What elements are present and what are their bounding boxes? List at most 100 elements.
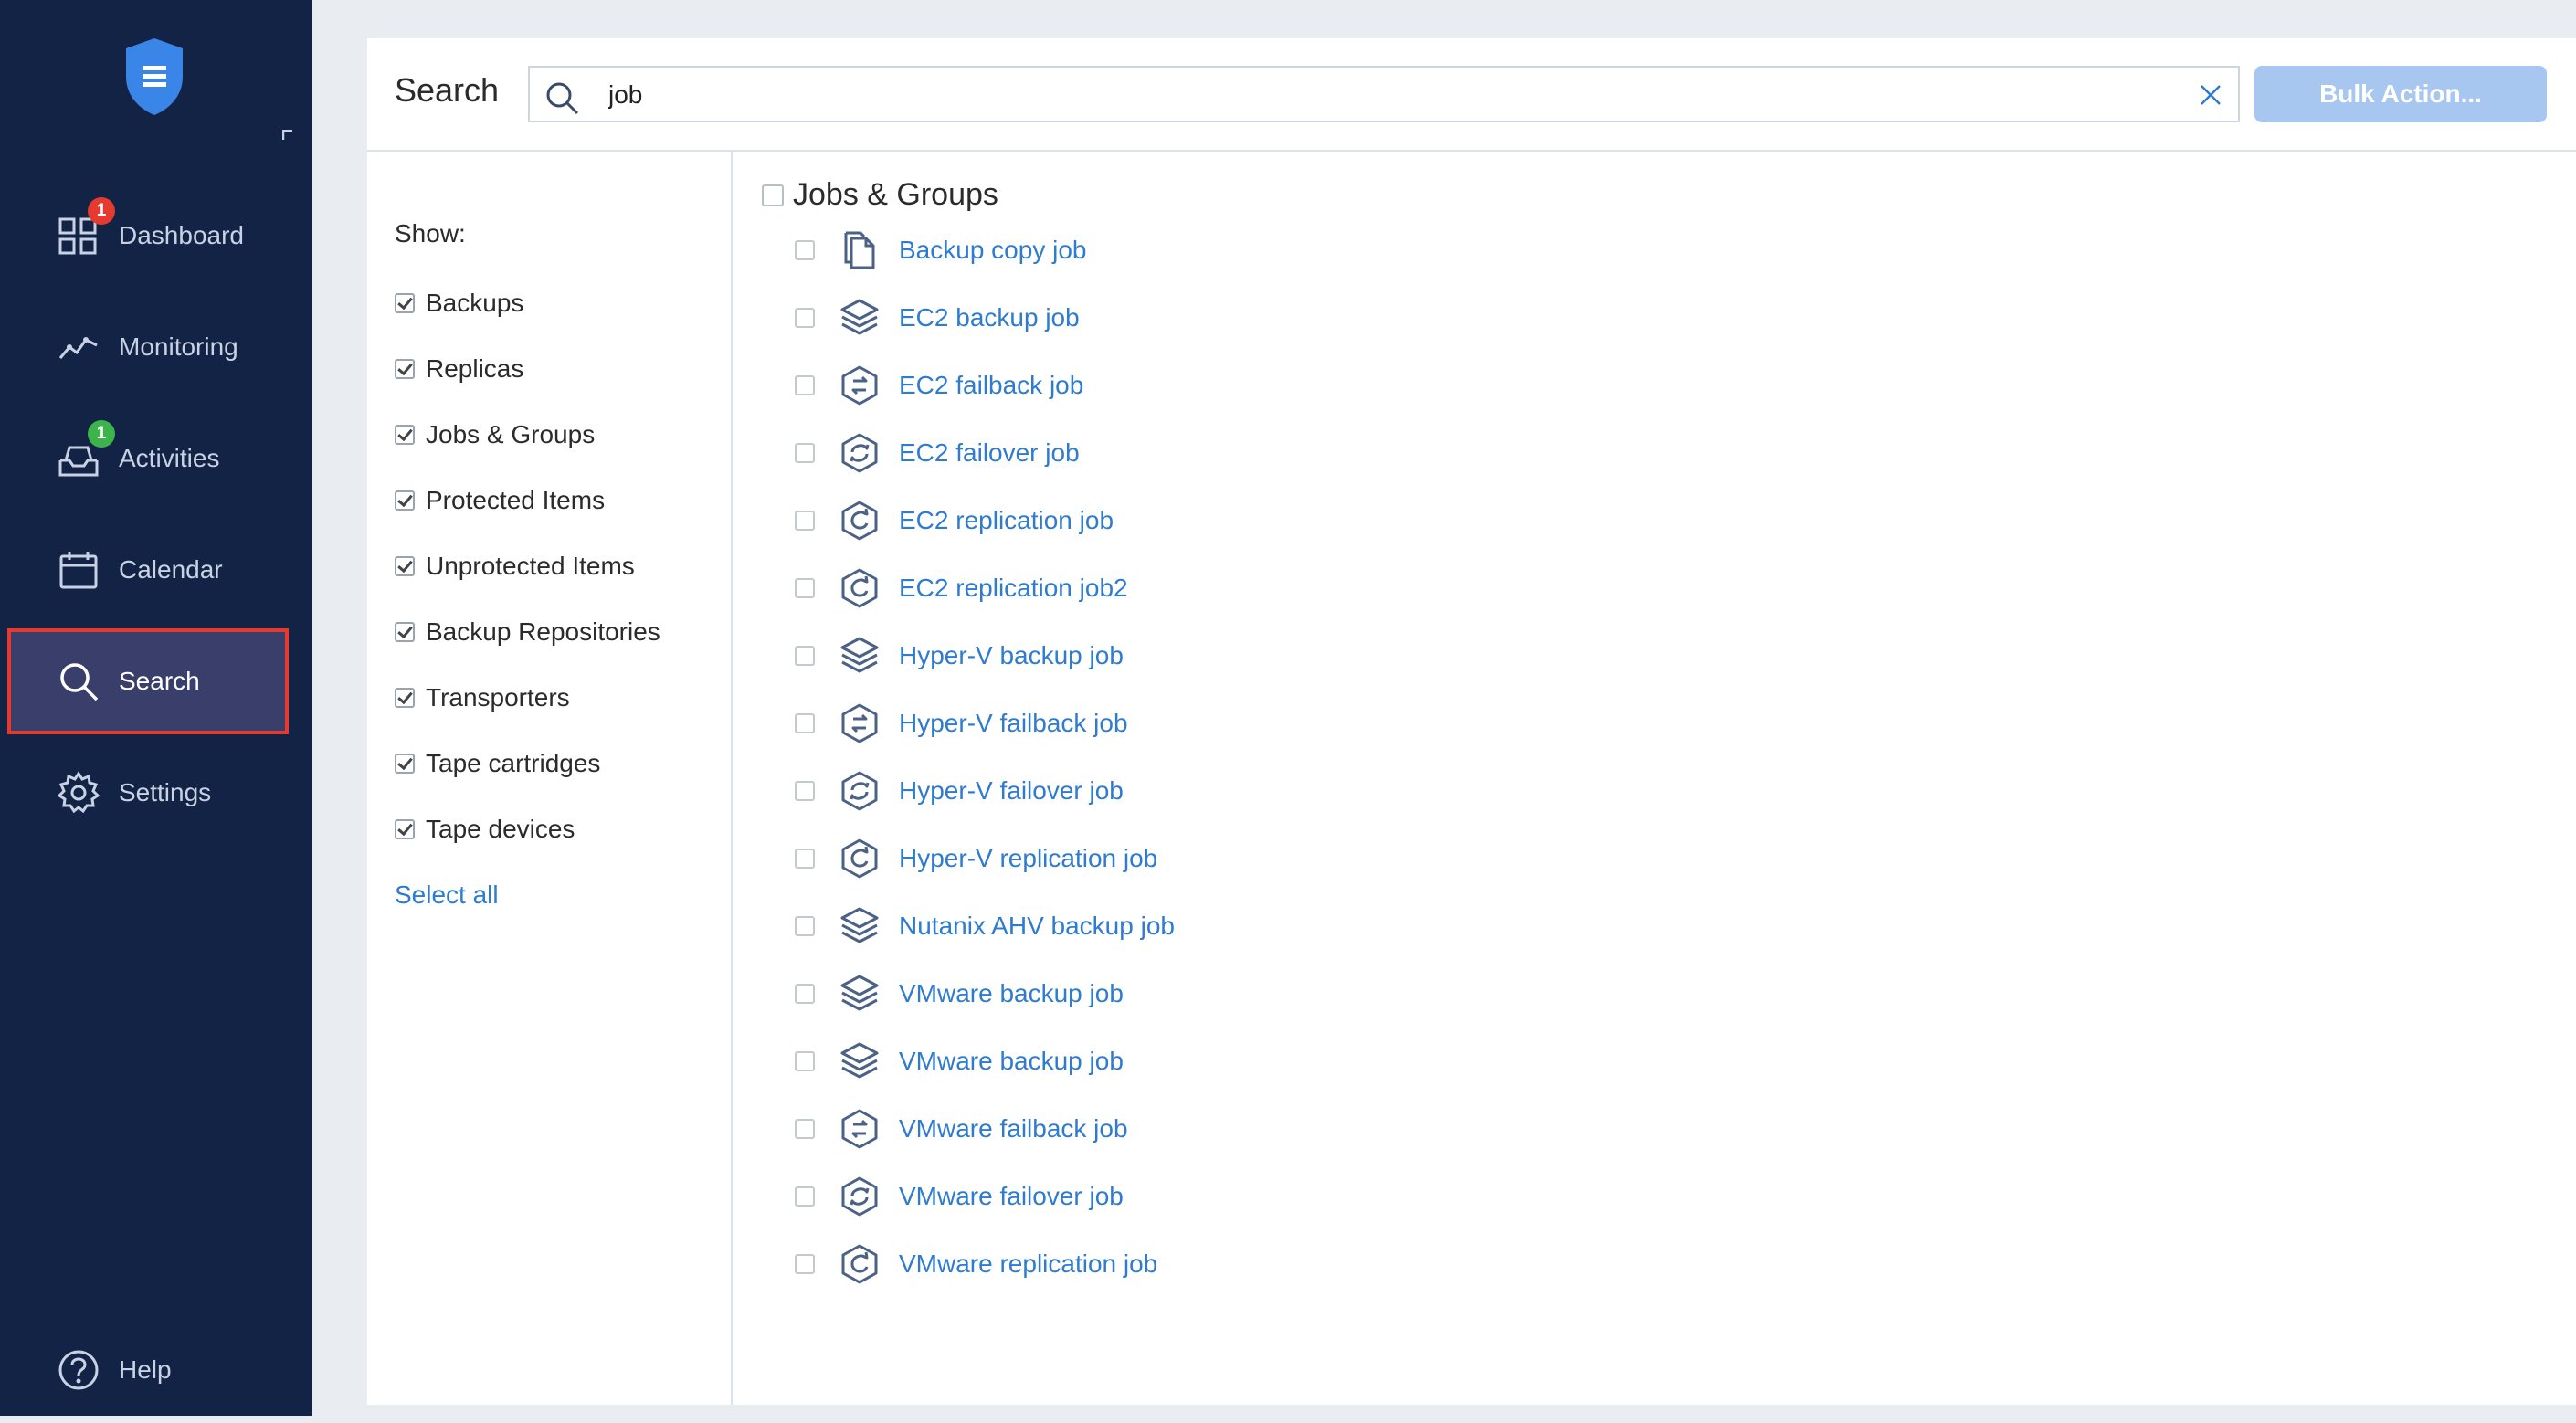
result-link[interactable]: VMware replication job	[899, 1249, 1157, 1279]
result-link[interactable]: VMware failback job	[899, 1114, 1128, 1144]
result-list-item[interactable]: VMware failover job	[795, 1173, 1124, 1220]
sidebar-item-settings[interactable]: Settings	[7, 740, 289, 846]
group-checkbox[interactable]	[762, 184, 784, 206]
sidebar-item-label: Settings	[119, 778, 212, 806]
bulk-action-button[interactable]: Bulk Action...	[2254, 66, 2547, 122]
result-link[interactable]: Hyper-V failback job	[899, 709, 1128, 738]
sidebar-item-label: Help	[119, 1355, 172, 1384]
result-checkbox[interactable]	[795, 511, 815, 531]
result-list-item[interactable]: Hyper-V failover job	[795, 767, 1124, 815]
filter-checkbox[interactable]	[395, 754, 415, 774]
filter-checkbox[interactable]	[395, 688, 415, 708]
result-link[interactable]: EC2 replication job	[899, 506, 1114, 535]
result-checkbox[interactable]	[795, 1119, 815, 1139]
result-link[interactable]: Hyper-V failover job	[899, 776, 1124, 806]
filter-checkbox[interactable]	[395, 425, 415, 445]
result-list-item[interactable]: EC2 replication job2	[795, 564, 1128, 612]
filter-label: Protected Items	[426, 486, 606, 514]
result-link[interactable]: VMware backup job	[899, 1047, 1124, 1076]
search-panel: Search Bulk Action... Show: Backups Repli…	[367, 38, 2576, 1405]
result-checkbox[interactable]	[795, 916, 815, 936]
search-results: Jobs & Groups Backup copy job EC2 backup …	[733, 152, 2576, 1405]
backup-layers-icon	[839, 1040, 881, 1082]
result-link[interactable]: Backup copy job	[899, 236, 1086, 265]
search-icon	[57, 659, 100, 703]
result-checkbox[interactable]	[795, 781, 815, 801]
sidebar-item-monitoring[interactable]: Monitoring	[7, 294, 289, 400]
result-list-item[interactable]: Backup copy job	[795, 227, 1086, 274]
results-group-header[interactable]: Jobs & Groups	[762, 177, 998, 213]
backup-layers-icon	[839, 905, 881, 947]
result-list-item[interactable]: Hyper-V failback job	[795, 700, 1128, 747]
clear-search-close-icon[interactable]	[2198, 82, 2223, 108]
collapse-sidebar-icon[interactable]	[281, 129, 293, 140]
filter-option[interactable]: Transporters	[395, 683, 570, 712]
group-title: Jobs & Groups	[793, 177, 998, 212]
filter-option[interactable]: Tape cartridges	[395, 749, 600, 778]
sidebar-item-dashboard[interactable]: 1 Dashboard	[7, 183, 289, 289]
search-toolbar: Search Bulk Action...	[367, 38, 2576, 152]
result-checkbox[interactable]	[795, 375, 815, 395]
filter-option[interactable]: Protected Items	[395, 486, 605, 515]
result-link[interactable]: EC2 replication job2	[899, 574, 1128, 603]
app-logo-shield-icon[interactable]	[122, 37, 186, 117]
filter-checkbox[interactable]	[395, 819, 415, 839]
result-checkbox[interactable]	[795, 984, 815, 1004]
result-link[interactable]: Hyper-V replication job	[899, 844, 1157, 873]
failover-icon	[839, 770, 881, 812]
search-field[interactable]	[528, 66, 2240, 122]
filter-checkbox[interactable]	[395, 622, 415, 642]
select-all-link[interactable]: Select all	[395, 880, 499, 910]
result-checkbox[interactable]	[795, 849, 815, 869]
filter-option[interactable]: Backup Repositories	[395, 617, 660, 647]
result-link[interactable]: VMware backup job	[899, 979, 1124, 1008]
filter-option[interactable]: Jobs & Groups	[395, 420, 595, 449]
filter-checkbox[interactable]	[395, 556, 415, 576]
result-list-item[interactable]: VMware replication job	[795, 1240, 1157, 1288]
help-question-icon	[57, 1348, 100, 1392]
result-list-item[interactable]: VMware failback job	[795, 1105, 1128, 1153]
result-link[interactable]: VMware failover job	[899, 1182, 1124, 1211]
result-checkbox[interactable]	[795, 713, 815, 733]
result-link[interactable]: EC2 backup job	[899, 303, 1080, 332]
result-checkbox[interactable]	[795, 646, 815, 666]
result-checkbox[interactable]	[795, 308, 815, 328]
filter-checkbox[interactable]	[395, 490, 415, 511]
result-list-item[interactable]: Nutanix AHV backup job	[795, 902, 1175, 950]
result-checkbox[interactable]	[795, 240, 815, 260]
result-checkbox[interactable]	[795, 1254, 815, 1274]
result-checkbox[interactable]	[795, 443, 815, 463]
result-link[interactable]: Nutanix AHV backup job	[899, 912, 1175, 941]
result-list-item[interactable]: EC2 failback job	[795, 362, 1083, 409]
backup-copy-icon	[839, 229, 881, 271]
result-list-item[interactable]: Hyper-V backup job	[795, 632, 1124, 680]
result-checkbox[interactable]	[795, 1051, 815, 1071]
filter-option[interactable]: Replicas	[395, 354, 523, 384]
filter-option[interactable]: Backups	[395, 289, 523, 318]
replication-icon	[839, 567, 881, 609]
filter-panel: Show: Backups Replicas Jobs & Groups Protec…	[367, 152, 733, 1405]
sidebar-item-activities[interactable]: 1 Activities	[7, 406, 289, 511]
result-list-item[interactable]: Hyper-V replication job	[795, 835, 1157, 882]
sidebar-item-calendar[interactable]: Calendar	[7, 517, 289, 623]
filter-label: Jobs & Groups	[426, 420, 596, 448]
result-link[interactable]: EC2 failback job	[899, 371, 1083, 400]
filter-checkbox[interactable]	[395, 359, 415, 379]
search-input[interactable]	[607, 75, 2163, 115]
result-list-item[interactable]: VMware backup job	[795, 970, 1124, 1017]
sidebar-item-help[interactable]: Help	[7, 1317, 289, 1423]
result-list-item[interactable]: EC2 backup job	[795, 294, 1080, 342]
filter-option[interactable]: Tape devices	[395, 815, 575, 844]
result-list-item[interactable]: EC2 replication job	[795, 497, 1114, 544]
monitoring-chart-icon	[57, 325, 100, 369]
result-list-item[interactable]: VMware backup job	[795, 1038, 1124, 1085]
result-list-item[interactable]: EC2 failover job	[795, 429, 1080, 477]
result-link[interactable]: EC2 failover job	[899, 438, 1080, 468]
result-checkbox[interactable]	[795, 1186, 815, 1207]
result-checkbox[interactable]	[795, 578, 815, 598]
sidebar-item-search[interactable]: Search	[7, 628, 289, 734]
result-link[interactable]: Hyper-V backup job	[899, 641, 1124, 670]
failover-icon	[839, 432, 881, 474]
filter-checkbox[interactable]	[395, 293, 415, 313]
filter-option[interactable]: Unprotected Items	[395, 552, 635, 581]
